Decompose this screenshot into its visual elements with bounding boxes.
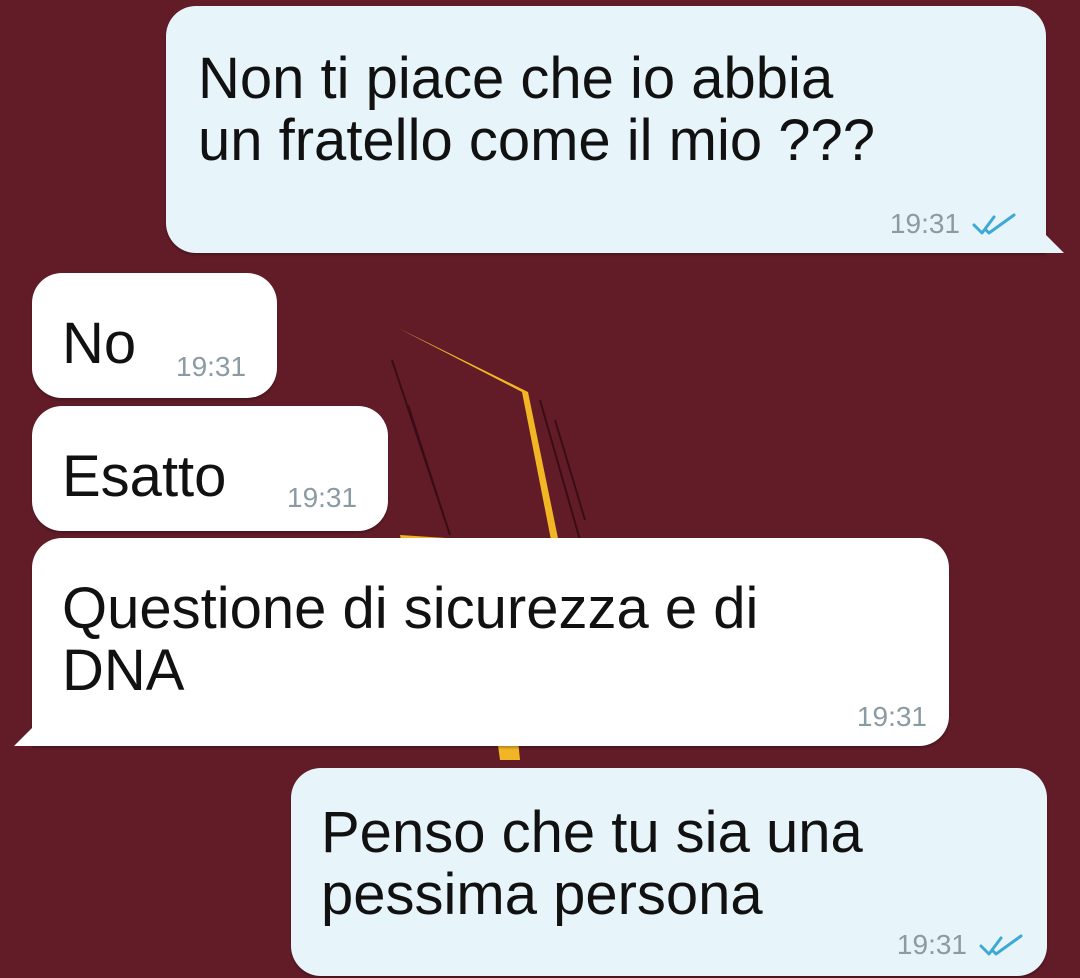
message-timestamp: 19:31	[856, 701, 927, 732]
motion-line	[407, 404, 446, 521]
message-meta: 19:31	[890, 209, 1016, 239]
bubble-tail	[1044, 233, 1064, 253]
message-meta: 19:31	[857, 702, 927, 732]
message-timestamp: 19:31	[287, 482, 358, 513]
message-timestamp: 19:31	[896, 929, 967, 960]
motion-line	[539, 399, 581, 541]
message-bubble-outgoing[interactable]: Penso che tu sia una pessima persona 19:…	[291, 768, 1047, 976]
double-check-icon	[972, 213, 1016, 235]
message-meta: 19:31	[287, 483, 357, 513]
message-text: Questione di sicurezza e di DNA	[62, 576, 759, 703]
message-text: Penso che tu sia una pessima persona	[321, 800, 863, 927]
message-meta: 19:31	[897, 930, 1023, 960]
message-timestamp: 19:31	[889, 208, 960, 239]
bubble-tail	[14, 726, 34, 746]
double-check-icon	[979, 934, 1023, 956]
message-timestamp: 19:31	[176, 351, 247, 382]
message-meta: 19:31	[176, 352, 246, 382]
message-bubble-incoming[interactable]: Questione di sicurezza e di DNA 19:31	[14, 538, 949, 746]
message-text: Esatto	[62, 444, 227, 509]
message-text: No	[62, 311, 137, 376]
message-bubble-outgoing[interactable]: Non ti piace che io abbia un fratello co…	[166, 6, 1064, 253]
message-text: Non ti piace che io abbia un fratello co…	[198, 46, 875, 173]
